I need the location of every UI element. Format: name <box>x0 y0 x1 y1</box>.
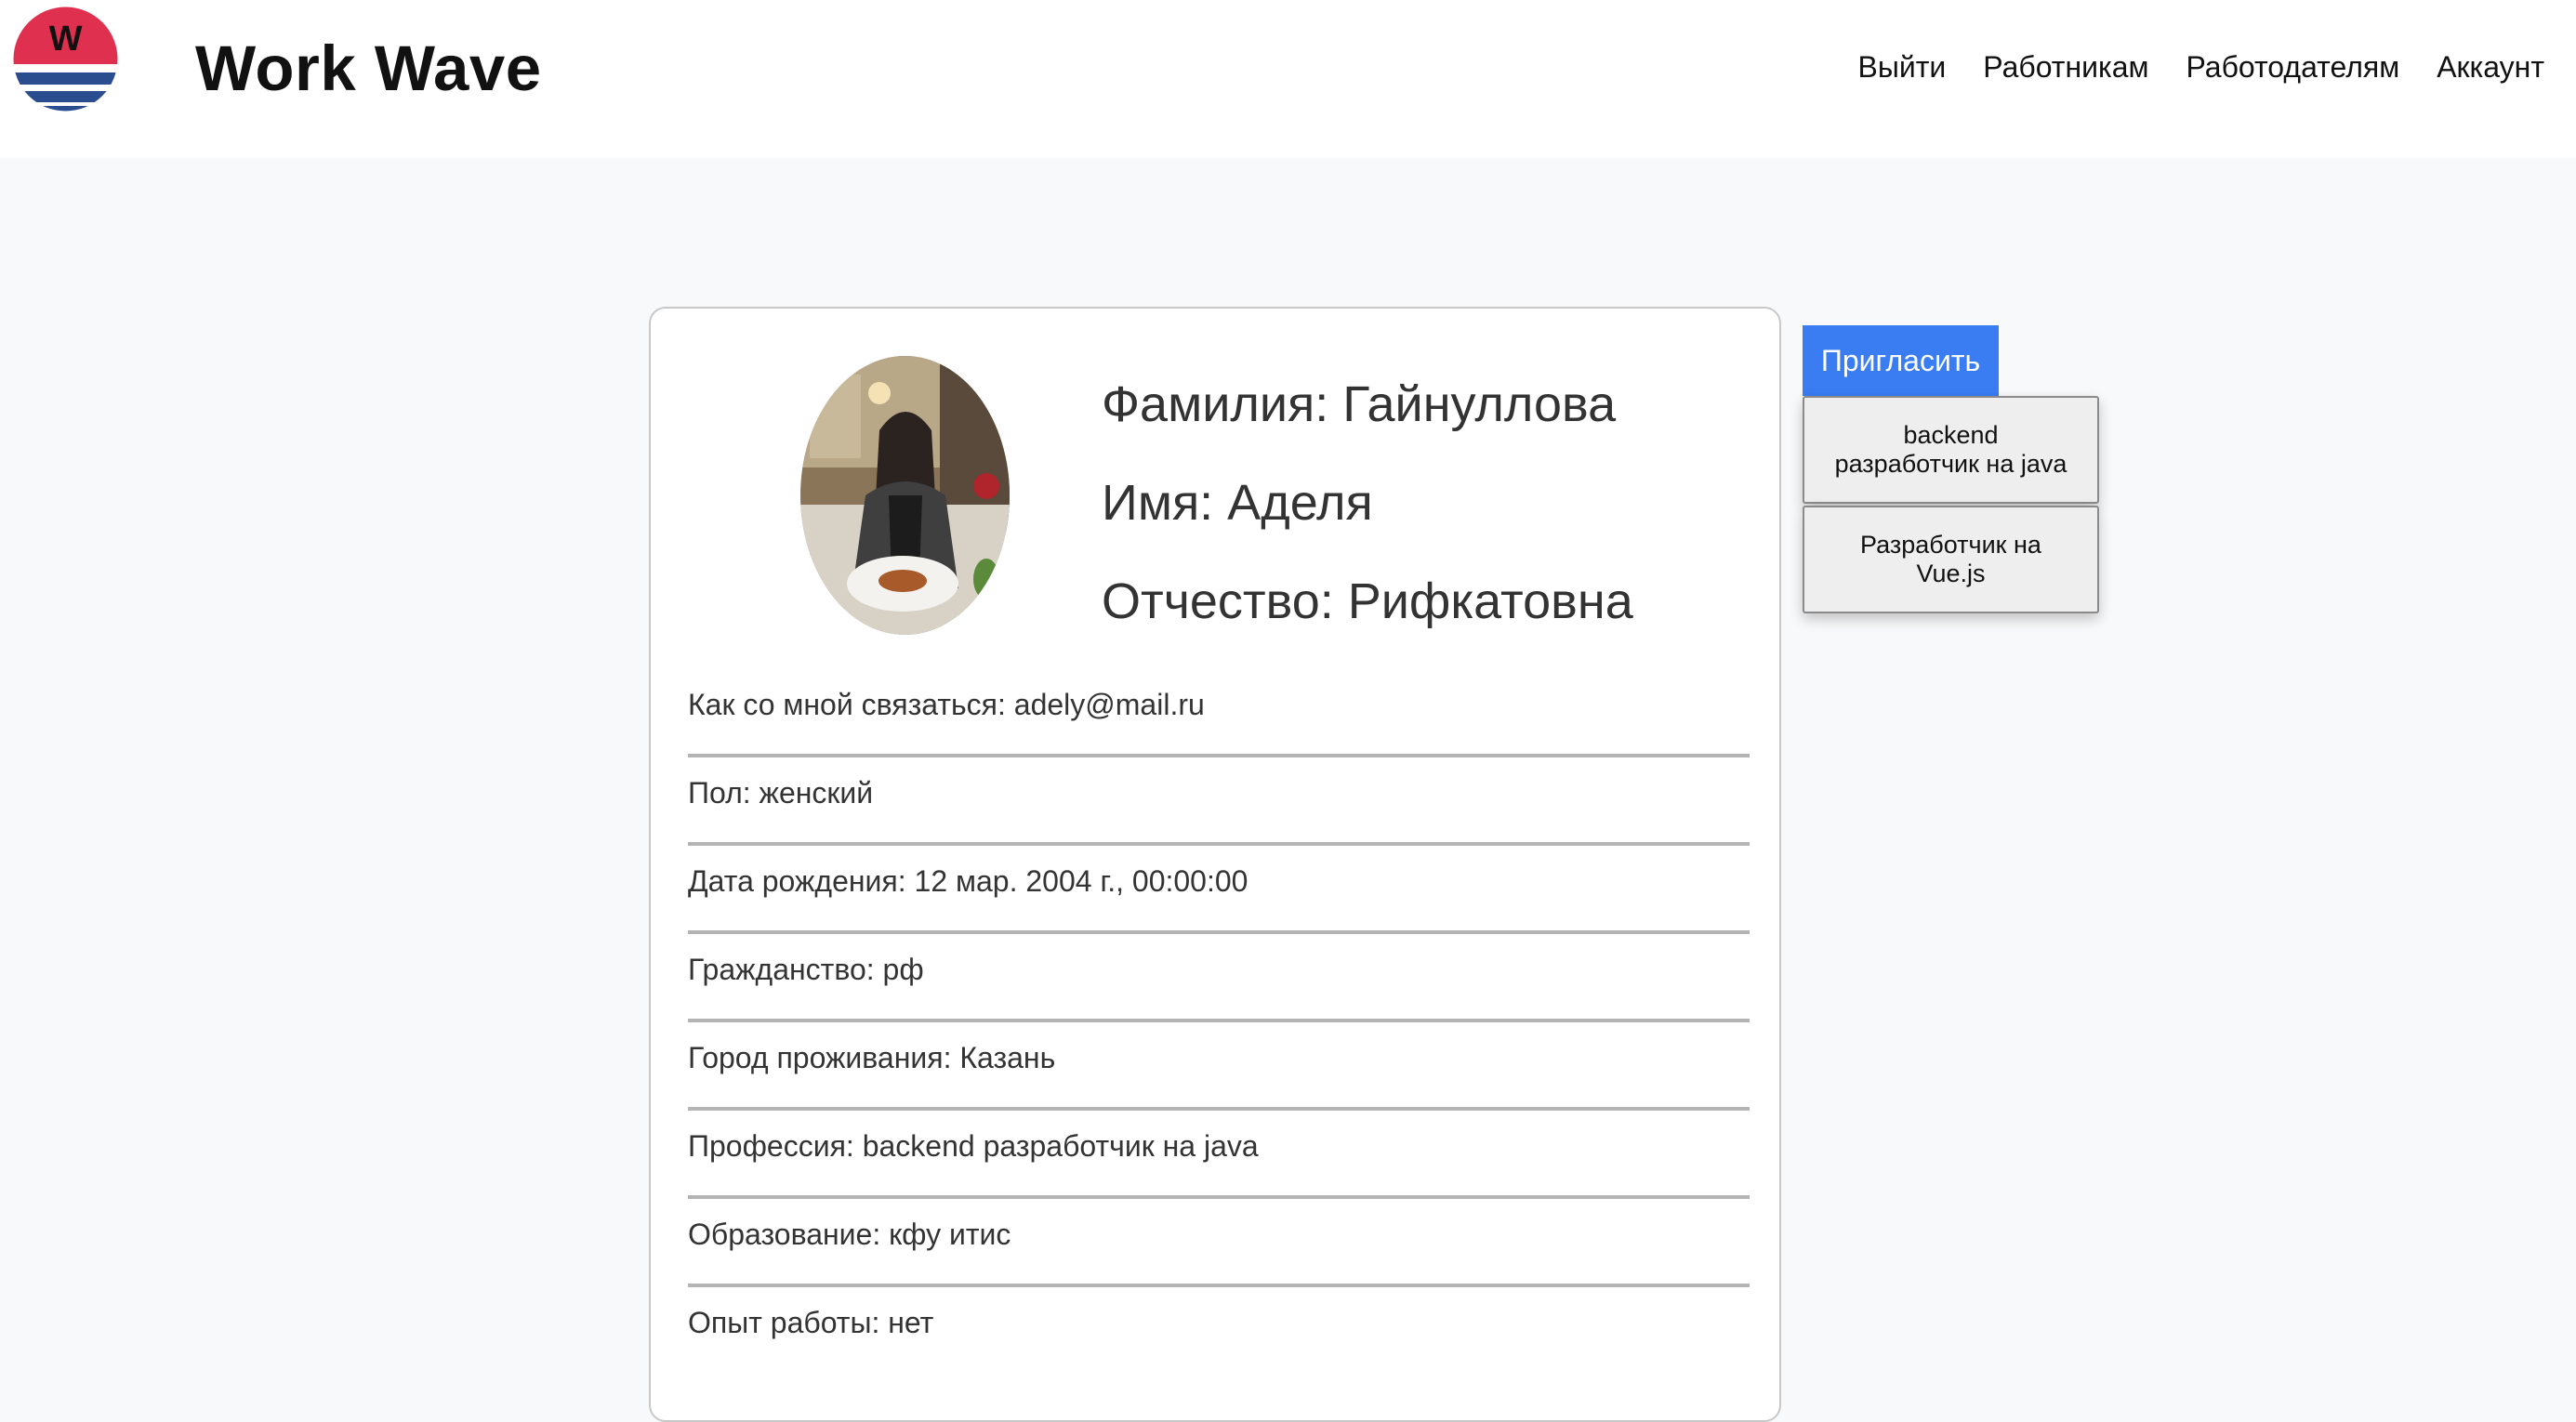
first-name: Имя: Аделя <box>1102 475 1373 531</box>
citizenship-field: Гражданство: рф <box>688 934 1750 1022</box>
nav-for-employers[interactable]: Работодателям <box>2186 50 2400 85</box>
nav-account[interactable]: Аккаунт <box>2437 50 2544 85</box>
invite-option-backend-java[interactable]: backend разработчик на java <box>1803 396 2099 504</box>
education-field: Образование: кфу итис <box>688 1199 1750 1287</box>
contact-field: Как со мной связаться: adely@mail.ru <box>688 669 1750 757</box>
invite-option-vuejs[interactable]: Разработчик на Vue.js <box>1803 506 2099 613</box>
invite-button[interactable]: Пригласить <box>1803 325 1999 396</box>
patronymic: Отчество: Рифкатовна <box>1102 573 1633 629</box>
avatar <box>800 356 1010 635</box>
full-name-block: Фамилия: Гайнуллова Имя: Аделя Отчество:… <box>1102 372 1633 667</box>
nav-logout[interactable]: Выйти <box>1858 50 1947 85</box>
main-nav: Выйти Работникам Работодателям Аккаунт <box>1858 50 2544 85</box>
gender-field: Пол: женский <box>688 757 1750 846</box>
surname: Фамилия: Гайнуллова <box>1102 376 1617 432</box>
logo-letter: W <box>49 20 83 59</box>
invite-dropdown: backend разработчик на java Разработчик … <box>1803 396 2099 615</box>
brand-title: Work Wave <box>195 33 542 104</box>
city-field: Город проживания: Казань <box>688 1022 1750 1111</box>
experience-field: Опыт работы: нет <box>688 1306 934 1339</box>
nav-for-workers[interactable]: Работникам <box>1983 50 2148 85</box>
profile-info-list: Как со мной связаться: adely@mail.ru Пол… <box>688 669 1750 1376</box>
profession-field: Профессия: backend разработчик на java <box>688 1111 1750 1199</box>
work-wave-logo[interactable]: W <box>13 7 118 112</box>
site-header: W Work Wave Выйти Работникам Работодател… <box>0 0 2576 158</box>
birth-date-field: Дата рождения: 12 мар. 2004 г., 00:00:00 <box>688 846 1750 934</box>
profile-card: Фамилия: Гайнуллова Имя: Аделя Отчество:… <box>649 307 1781 1422</box>
